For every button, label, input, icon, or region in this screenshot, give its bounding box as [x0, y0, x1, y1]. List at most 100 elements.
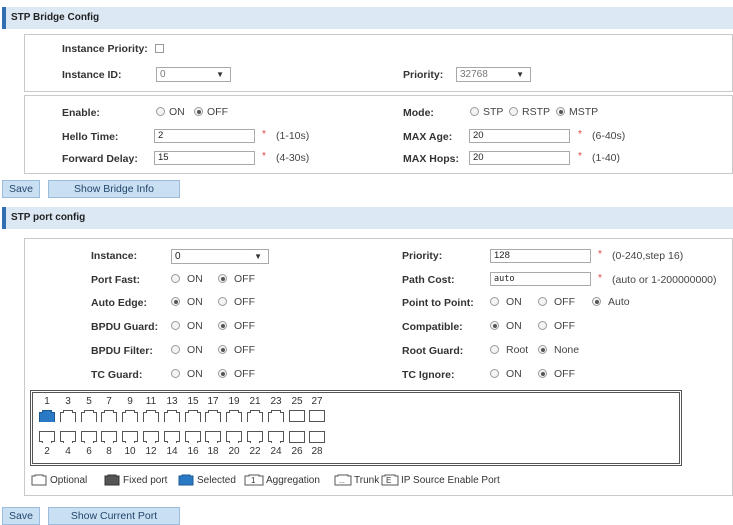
- instance-id-label: Instance ID:: [62, 69, 122, 81]
- port-2[interactable]: [39, 431, 55, 443]
- root-guard-none-radio[interactable]: [538, 345, 547, 354]
- max-hops-input[interactable]: 20: [469, 151, 570, 165]
- port-23[interactable]: [268, 410, 284, 422]
- bridge-priority-label: Priority:: [403, 69, 444, 81]
- tc-guard-off-label: OFF: [234, 368, 255, 380]
- bridge-save-button[interactable]: Save: [2, 180, 40, 198]
- port-27[interactable]: [309, 410, 325, 422]
- tc-ignore-off-radio[interactable]: [538, 369, 547, 378]
- p2p-on-radio[interactable]: [490, 297, 499, 306]
- tc-ignore-on-radio[interactable]: [490, 369, 499, 378]
- path-cost-label: Path Cost:: [402, 274, 455, 286]
- mode-stp-radio[interactable]: [470, 107, 479, 116]
- max-age-input[interactable]: 20: [469, 129, 570, 143]
- port-6[interactable]: [81, 431, 97, 443]
- port-save-button[interactable]: Save: [2, 507, 40, 525]
- compatible-off-radio[interactable]: [538, 321, 547, 330]
- root-guard-root-radio[interactable]: [490, 345, 499, 354]
- port-number-label: 11: [145, 396, 157, 407]
- enable-on-radio[interactable]: [156, 107, 165, 116]
- bpdu-filter-off-radio[interactable]: [218, 345, 227, 354]
- port-number-label: 20: [228, 446, 240, 457]
- port-priority-input[interactable]: 128: [490, 249, 591, 263]
- port-12[interactable]: [143, 431, 159, 443]
- bridge-config-header: STP Bridge Config: [2, 7, 733, 29]
- port-fast-off-label: OFF: [234, 273, 255, 285]
- port-20[interactable]: [226, 431, 242, 443]
- port-5[interactable]: [81, 410, 97, 422]
- port-number-label: 14: [166, 446, 178, 457]
- forward-delay-input[interactable]: 15: [154, 151, 255, 165]
- mode-rstp-radio[interactable]: [509, 107, 518, 116]
- required-mark: *: [578, 129, 582, 140]
- instance-id-select[interactable]: 0 ▼: [156, 67, 231, 82]
- port-14[interactable]: [164, 431, 180, 443]
- mode-mstp-radio[interactable]: [556, 107, 565, 116]
- p2p-on-label: ON: [506, 296, 522, 308]
- port-priority-range: (0-240,step 16): [612, 250, 684, 262]
- port-8[interactable]: [101, 431, 117, 443]
- port-7[interactable]: [101, 410, 117, 422]
- port-24[interactable]: [268, 431, 284, 443]
- auto-edge-on-radio[interactable]: [171, 297, 180, 306]
- port-22[interactable]: [247, 431, 263, 443]
- port-4[interactable]: [60, 431, 76, 443]
- port-1[interactable]: [39, 410, 55, 422]
- compatible-on-radio[interactable]: [490, 321, 499, 330]
- required-mark: *: [262, 129, 266, 140]
- tc-guard-off-radio[interactable]: [218, 369, 227, 378]
- point-to-point-label: Point to Point:: [402, 297, 474, 309]
- show-bridge-info-button[interactable]: Show Bridge Info: [48, 180, 180, 198]
- port-11[interactable]: [143, 410, 159, 422]
- port-25[interactable]: [289, 410, 305, 422]
- port-17[interactable]: [205, 410, 221, 422]
- port-26[interactable]: [289, 431, 305, 443]
- bpdu-guard-off-radio[interactable]: [218, 321, 227, 330]
- port-3[interactable]: [60, 410, 76, 422]
- selected-port-icon: [178, 474, 194, 486]
- port-21[interactable]: [247, 410, 263, 422]
- port-number-label: 9: [127, 396, 133, 407]
- port-number-label: 12: [145, 446, 157, 457]
- tc-guard-on-radio[interactable]: [171, 369, 180, 378]
- bpdu-guard-on-label: ON: [187, 320, 203, 332]
- auto-edge-label: Auto Edge:: [91, 297, 147, 309]
- p2p-off-radio[interactable]: [538, 297, 547, 306]
- port-15[interactable]: [185, 410, 201, 422]
- mode-mstp-label: MSTP: [569, 106, 599, 118]
- port-number-label: 4: [65, 446, 71, 457]
- port-fast-on-radio[interactable]: [171, 274, 180, 283]
- tc-guard-on-label: ON: [187, 368, 203, 380]
- port-number-label: 17: [207, 396, 219, 407]
- port-fast-on-label: ON: [187, 273, 203, 285]
- port-number-label: 13: [166, 396, 178, 407]
- bridge-priority-select[interactable]: 32768 ▼: [456, 67, 531, 82]
- tc-guard-label: TC Guard:: [91, 369, 143, 381]
- port-fast-off-radio[interactable]: [218, 274, 227, 283]
- port-13[interactable]: [164, 410, 180, 422]
- ip-source-port-icon: E: [381, 474, 399, 486]
- port-18[interactable]: [205, 431, 221, 443]
- port-priority-label: Priority:: [402, 250, 443, 262]
- show-current-port-button[interactable]: Show Current Port: [48, 507, 180, 525]
- tc-ignore-label: TC Ignore:: [402, 369, 455, 381]
- p2p-off-label: OFF: [554, 296, 575, 308]
- path-cost-input[interactable]: auto: [490, 272, 591, 286]
- port-10[interactable]: [122, 431, 138, 443]
- p2p-auto-radio[interactable]: [592, 297, 601, 306]
- auto-edge-off-radio[interactable]: [218, 297, 227, 306]
- enable-off-radio[interactable]: [194, 107, 203, 116]
- hello-time-input[interactable]: 2: [154, 129, 255, 143]
- port-9[interactable]: [122, 410, 138, 422]
- port-16[interactable]: [185, 431, 201, 443]
- instance-priority-checkbox[interactable]: [155, 44, 164, 53]
- port-number-label: 8: [106, 446, 112, 457]
- port-19[interactable]: [226, 410, 242, 422]
- svg-text:E: E: [386, 476, 391, 485]
- port-instance-select[interactable]: 0 ▼: [171, 249, 269, 264]
- port-28[interactable]: [309, 431, 325, 443]
- legend-selected: Selected: [197, 475, 236, 486]
- bpdu-guard-on-radio[interactable]: [171, 321, 180, 330]
- bpdu-filter-on-radio[interactable]: [171, 345, 180, 354]
- port-number-label: 1: [44, 396, 50, 407]
